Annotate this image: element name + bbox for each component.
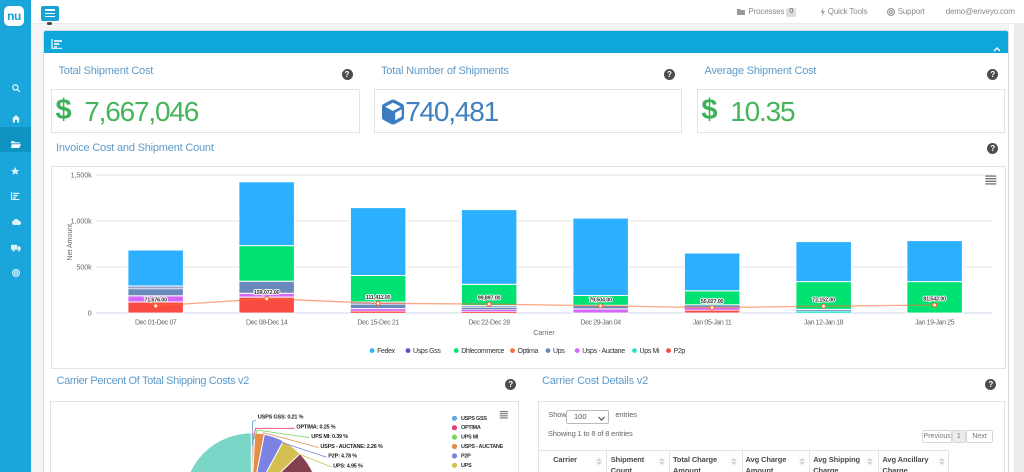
svg-text:Jan 12-Jan 18: Jan 12-Jan 18 [804,320,844,327]
svg-text:Dec 29-Jan 04: Dec 29-Jan 04 [580,320,621,327]
svg-text:USPS - AUCTANE: USPS - AUCTANE [461,444,504,450]
svg-text:Carrier: Carrier [533,330,555,337]
svg-text:Dec 08-Dec 14: Dec 08-Dec 14 [246,320,288,327]
svg-text:Fedex: Fedex [377,348,396,355]
svg-text:P2P: P2P [461,453,471,459]
svg-text:P2p: P2p [673,348,685,355]
svg-text:OPTIMA: 0.25 %: OPTIMA: 0.25 % [297,424,336,430]
svg-text:UPS: UPS [461,462,472,468]
svg-text:1,500k: 1,500k [70,173,92,180]
svg-text:UPS MI: 0.39 %: UPS MI: 0.39 % [312,434,349,440]
svg-text:Optima: Optima [517,348,538,355]
svg-text:UPS: 4.95 %: UPS: 4.95 % [333,463,363,469]
svg-text:Dec 01-Dec 07: Dec 01-Dec 07 [135,320,177,327]
svg-text:Ups: Ups [553,348,565,355]
svg-text:OPTIMA: OPTIMA [461,425,481,431]
svg-text:Usps - Auctane: Usps - Auctane [582,348,625,355]
svg-text:Dec 15-Dec 21: Dec 15-Dec 21 [357,320,399,327]
svg-text:Usps Gss: Usps Gss [413,348,441,355]
svg-text:99,897.00: 99,897.00 [477,296,500,302]
svg-text:159,072.00: 159,072.00 [254,291,280,297]
svg-text:0: 0 [87,311,91,318]
svg-text:Jan 19-Jan 25: Jan 19-Jan 25 [915,320,955,327]
svg-text:Net Amount: Net Amount [66,224,73,261]
svg-text:81,542.00: 81,542.00 [923,297,946,303]
svg-text:Dhlecommerce: Dhlecommerce [461,348,504,355]
svg-text:USPS - AUCTANE: 2.26 %: USPS - AUCTANE: 2.26 % [321,444,384,450]
svg-text:500k: 500k [76,265,92,272]
svg-text:55,027.00: 55,027.00 [700,300,723,306]
svg-text:Jan 05-Jan 11: Jan 05-Jan 11 [692,320,731,327]
svg-text:79,504.00: 79,504.00 [589,298,612,304]
svg-text:111,411.00: 111,411.00 [365,295,390,301]
svg-text:71,676.00: 71,676.00 [144,298,167,304]
svg-text:USPS GSS: USPS GSS [461,415,487,421]
svg-text:UPS MI: UPS MI [461,434,479,440]
svg-text:Dec 22-Dec 28: Dec 22-Dec 28 [468,320,510,327]
svg-text:72,152.00: 72,152.00 [812,298,835,304]
svg-text:USPS GSS: 0.21 %: USPS GSS: 0.21 % [258,414,304,420]
svg-text:Ups Mi: Ups Mi [639,348,659,355]
svg-text:P2P: 4.78 %: P2P: 4.78 % [329,453,358,459]
